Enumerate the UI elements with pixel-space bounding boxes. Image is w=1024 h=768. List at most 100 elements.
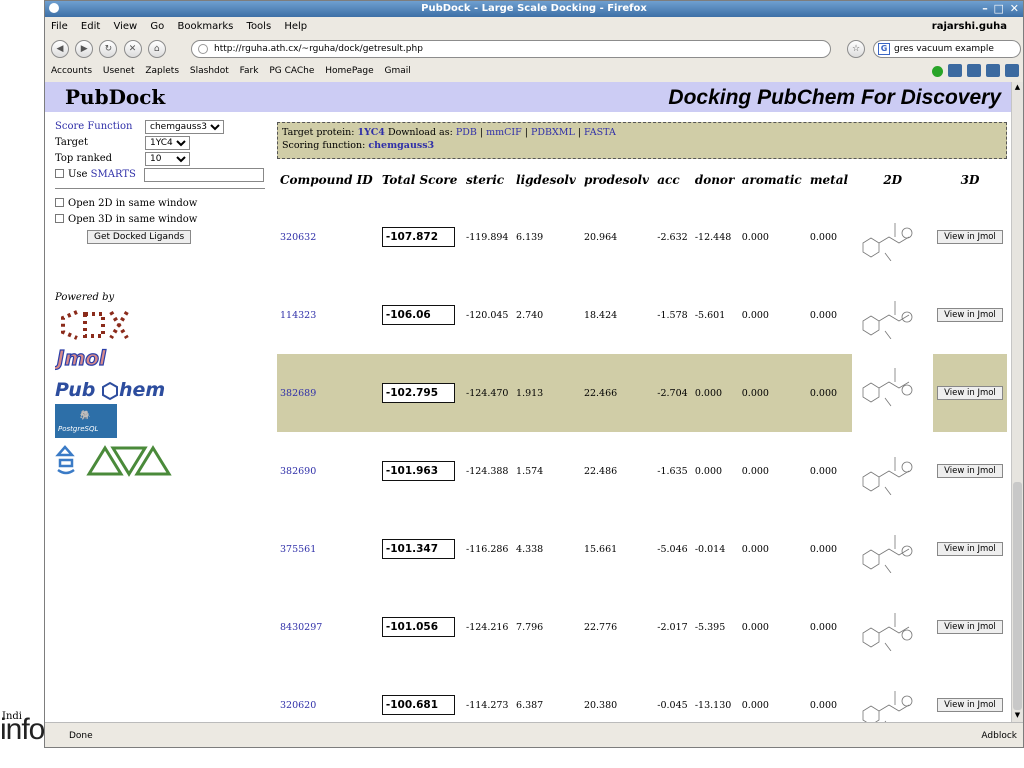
- smarts-input[interactable]: [144, 168, 264, 182]
- target-select[interactable]: 1YC4: [145, 136, 190, 150]
- metal-value: 0.000: [806, 354, 853, 432]
- partner-logos: [55, 445, 172, 477]
- view-in-jmol-button[interactable]: View in Jmol: [937, 619, 1003, 634]
- steric-value: -119.894: [465, 231, 509, 243]
- structure-2d-image[interactable]: [855, 447, 927, 495]
- get-docked-ligands-button[interactable]: Get Docked Ligands: [87, 230, 192, 244]
- open-3d-checkbox[interactable]: [55, 214, 64, 223]
- total-score-value: -101.963: [381, 461, 455, 481]
- globe-icon: [198, 44, 208, 54]
- aromatic-value: 0.000: [741, 699, 769, 711]
- header-prodesolv: prodesolv: [583, 173, 649, 187]
- search-bar[interactable]: G gres vacuum example: [873, 40, 1021, 58]
- sidebar-divider: [55, 188, 265, 189]
- score-function-select[interactable]: chemgauss3: [145, 120, 224, 134]
- compound-id-link[interactable]: 382690: [280, 466, 316, 477]
- aromatic-value: 0.000: [741, 543, 769, 555]
- home-icon[interactable]: ⌂: [147, 40, 166, 58]
- structure-2d-image[interactable]: [855, 681, 927, 722]
- view-in-jmol-button[interactable]: View in Jmol: [937, 541, 1003, 556]
- view-in-jmol-button[interactable]: View in Jmol: [937, 463, 1003, 478]
- smarts-link[interactable]: SMARTS: [91, 169, 136, 180]
- use-smarts-checkbox[interactable]: [55, 169, 64, 178]
- structure-2d-image[interactable]: [855, 525, 927, 573]
- total-score-value: -102.795: [381, 383, 455, 403]
- scoring-function-value: chemgauss3: [368, 140, 435, 151]
- header-aromatic: aromatic: [741, 173, 802, 187]
- bookmark-pg-cache[interactable]: PG CAChe: [269, 66, 314, 76]
- acc-value: -2.632: [657, 231, 688, 243]
- aromatic-value: 0.000: [741, 231, 769, 243]
- scroll-thumb[interactable]: [1013, 482, 1022, 710]
- ligdesolv-value: 2.740: [516, 309, 544, 321]
- bookmark-slashdot[interactable]: Slashdot: [190, 66, 229, 76]
- scroll-up-icon[interactable]: ▲: [1013, 83, 1022, 93]
- menu-help[interactable]: Help: [284, 21, 307, 32]
- stop-icon[interactable]: ✕: [123, 40, 142, 58]
- bookmark-star-icon[interactable]: ☆: [847, 40, 865, 58]
- scroll-down-icon[interactable]: ▼: [1013, 711, 1022, 721]
- reload-icon[interactable]: ↻: [99, 40, 118, 58]
- compound-id-link[interactable]: 382689: [280, 388, 316, 399]
- structure-2d-image[interactable]: [855, 603, 927, 651]
- prodesolv-value: 18.424: [583, 309, 618, 321]
- target-info-box: Target protein: 1YC4 Download as: PDB | …: [277, 122, 1007, 159]
- score-function-label[interactable]: Score Function: [55, 121, 132, 132]
- menu-view[interactable]: View: [113, 21, 137, 32]
- menu-tools[interactable]: Tools: [247, 21, 272, 32]
- header-total-score: Total Score: [381, 173, 458, 187]
- bookmark-gmail[interactable]: Gmail: [385, 66, 411, 76]
- view-in-jmol-button[interactable]: View in Jmol: [937, 697, 1003, 712]
- status-dot-icon[interactable]: [932, 66, 943, 77]
- table-row: 382690 -101.963 -124.388 1.574 22.486 -1.635 0…: [277, 432, 1007, 510]
- download-fasta-link[interactable]: FASTA: [584, 127, 616, 138]
- forward-icon[interactable]: ▶: [75, 40, 94, 58]
- toolbar-icon-3[interactable]: [986, 64, 1000, 77]
- search-engine-icon[interactable]: G: [878, 43, 890, 55]
- toolbar-icon-2[interactable]: [967, 64, 981, 77]
- window-controls[interactable]: – □ ✕: [982, 1, 1020, 17]
- table-row: 320620 -100.681 -114.273 6.387 20.380 -0.045-…: [277, 666, 1007, 722]
- view-in-jmol-button[interactable]: View in Jmol: [937, 229, 1003, 244]
- bookmark-zaplets[interactable]: Zaplets: [145, 66, 179, 76]
- url-bar[interactable]: http://rguha.ath.cx/~rguha/dock/getresul…: [191, 40, 831, 58]
- metal-value: 0.000: [809, 309, 838, 321]
- steric-value: -124.216: [465, 621, 509, 633]
- structure-2d-image[interactable]: [855, 358, 927, 428]
- menu-go[interactable]: Go: [150, 21, 164, 32]
- open-2d-checkbox[interactable]: [55, 198, 64, 207]
- bookmark-fark[interactable]: Fark: [240, 66, 259, 76]
- vertical-scrollbar[interactable]: ▲ ▼: [1011, 82, 1023, 722]
- prodesolv-value: 22.466: [580, 354, 655, 432]
- donor-value: 0.000: [694, 465, 723, 477]
- bookmark-homepage[interactable]: HomePage: [325, 66, 373, 76]
- bookmark-accounts[interactable]: Accounts: [51, 66, 92, 76]
- acc-value: -2.704: [654, 354, 692, 432]
- adblock-label[interactable]: Adblock: [981, 723, 1017, 747]
- compound-id-link[interactable]: 320620: [280, 700, 316, 711]
- menu-bookmarks[interactable]: Bookmarks: [177, 21, 233, 32]
- compound-id-link[interactable]: 114323: [280, 310, 316, 321]
- view-in-jmol-button[interactable]: View in Jmol: [937, 385, 1003, 400]
- view-in-jmol-button[interactable]: View in Jmol: [937, 307, 1003, 322]
- menu-edit[interactable]: Edit: [81, 21, 100, 32]
- compound-id-link[interactable]: 375561: [280, 544, 316, 555]
- menu-file[interactable]: File: [51, 21, 68, 32]
- toolbar-icon-4[interactable]: [1005, 64, 1019, 77]
- header-3d: 3D: [960, 173, 980, 187]
- back-icon[interactable]: ◀: [51, 40, 69, 58]
- page-tagline: Docking PubChem For Discovery: [668, 86, 1001, 109]
- toolbar-icon-1[interactable]: [948, 64, 962, 77]
- svg-text:Pub: Pub: [55, 379, 95, 401]
- compound-id-link[interactable]: 320632: [280, 232, 316, 243]
- compound-id-link[interactable]: 8430297: [280, 622, 322, 633]
- structure-2d-image[interactable]: [855, 213, 927, 261]
- download-pdbxml-link[interactable]: PDBXML: [531, 127, 575, 138]
- svg-text:Jmol: Jmol: [55, 346, 107, 370]
- structure-2d-image[interactable]: [855, 291, 927, 339]
- top-ranked-label: Top ranked: [55, 153, 113, 164]
- download-mmcif-link[interactable]: mmCIF: [486, 127, 522, 138]
- top-ranked-select[interactable]: 10: [145, 152, 190, 166]
- bookmark-usenet[interactable]: Usenet: [103, 66, 135, 76]
- download-pdb-link[interactable]: PDB: [456, 127, 477, 138]
